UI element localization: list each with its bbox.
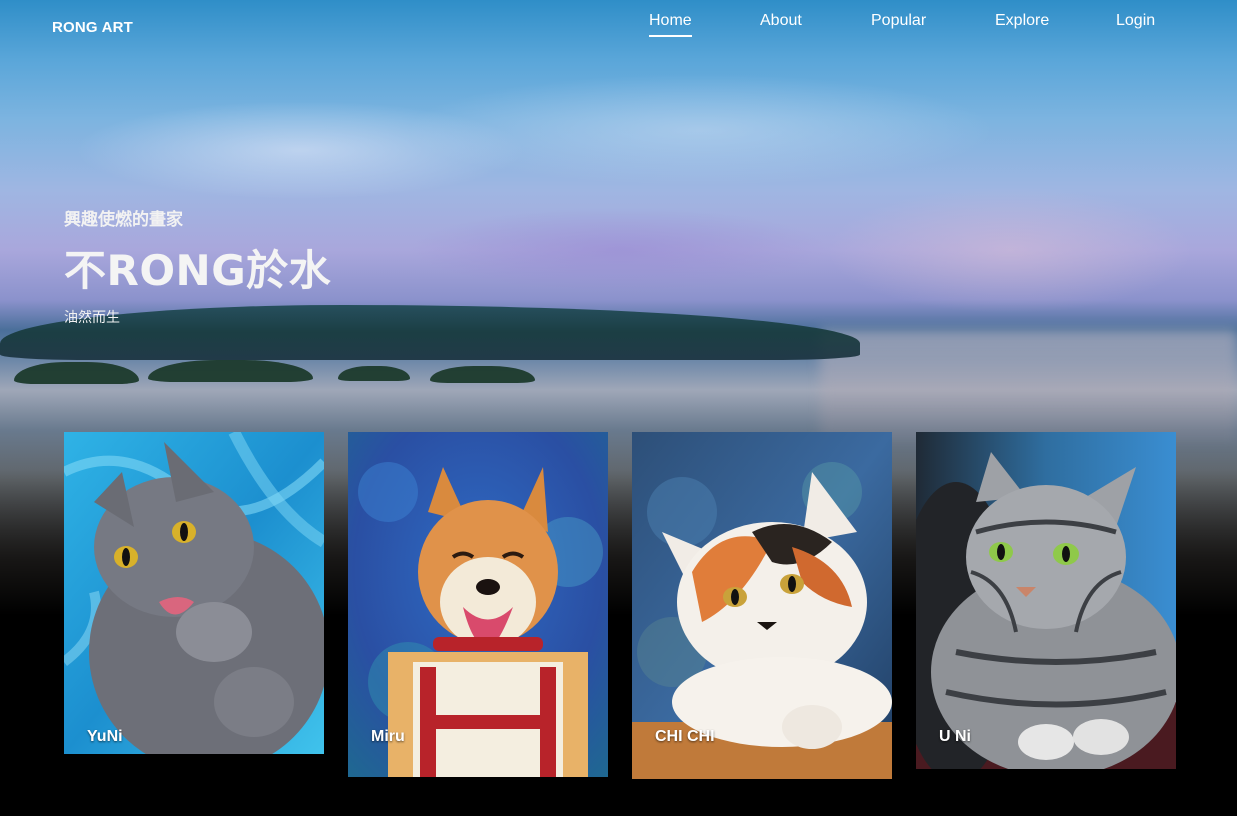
card-title: CHI CHI [655, 728, 715, 745]
nav-popular[interactable]: Popular [871, 12, 926, 30]
hero-kicker: 興趣使燃的畫家 [64, 210, 183, 230]
calico-cat-painting [632, 432, 892, 779]
hero-title: 不RONG於水 [64, 246, 332, 295]
nav-home[interactable]: Home [649, 12, 692, 37]
page: RONG ART Home About Popular Explore Logi… [0, 0, 1237, 816]
island [14, 362, 139, 384]
nav-explore[interactable]: Explore [995, 12, 1049, 30]
hero-subtitle: 油然而生 [64, 310, 120, 326]
card-title: Miru [371, 728, 405, 745]
water-reflection [820, 330, 1237, 440]
island [430, 366, 535, 383]
island [148, 360, 313, 382]
card-title: U Ni [939, 728, 971, 745]
card-title: YuNi [87, 728, 123, 745]
main-nav: Home About Popular Explore Login [0, 12, 1237, 42]
gallery-card-uni[interactable]: U Ni [916, 432, 1176, 769]
nav-login[interactable]: Login [1116, 12, 1155, 30]
shiba-dog-painting [348, 432, 608, 777]
gallery-card-chichi[interactable]: CHI CHI [632, 432, 892, 779]
gallery-card-miru[interactable]: Miru [348, 432, 608, 777]
gray-cat-painting [64, 432, 324, 754]
nav-about[interactable]: About [760, 12, 802, 30]
tabby-cat-painting [916, 432, 1176, 769]
island [338, 366, 410, 381]
gallery-card-yuni[interactable]: YuNi [64, 432, 324, 754]
